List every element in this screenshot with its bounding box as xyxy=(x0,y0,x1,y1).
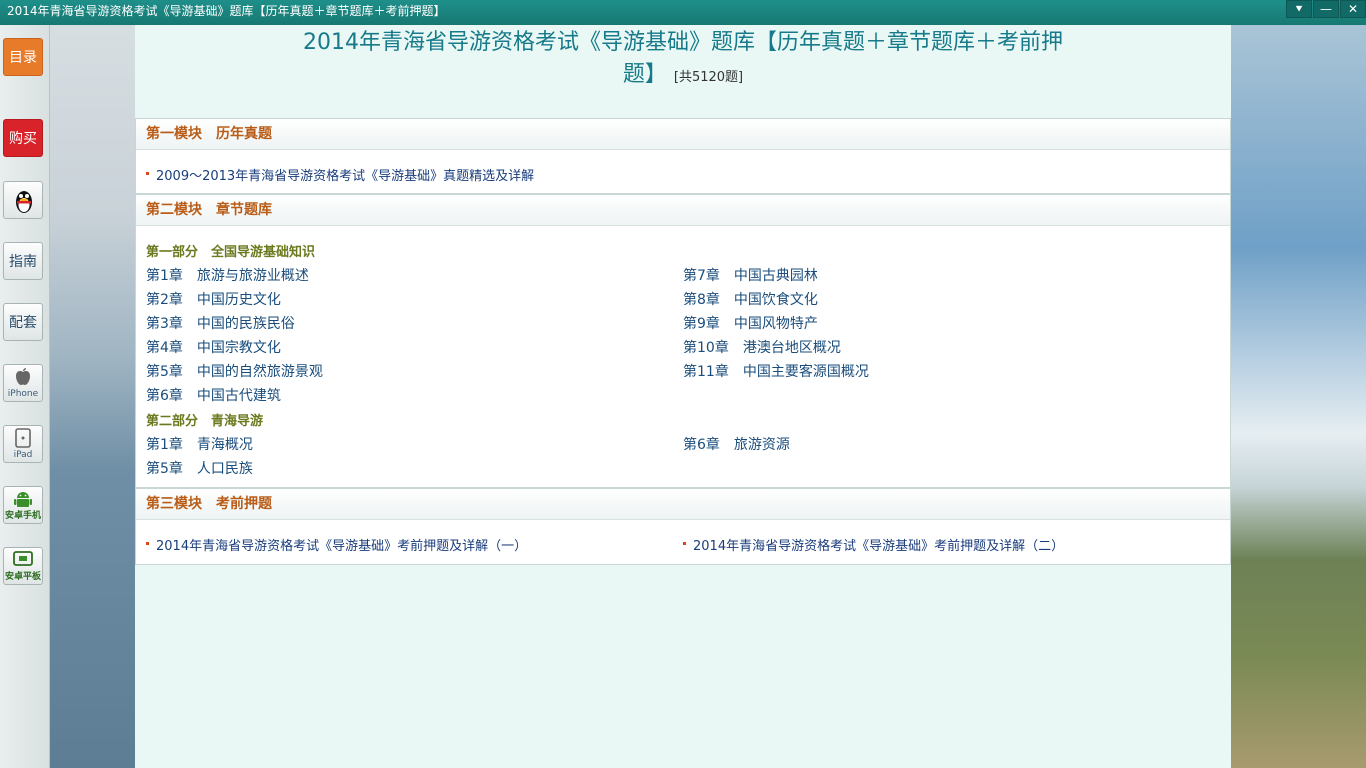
close-icon[interactable]: ✕ xyxy=(1340,0,1366,18)
dropdown-icon[interactable]: ⯆ xyxy=(1286,0,1312,18)
right-background-image xyxy=(1231,25,1366,768)
catalog-button[interactable]: 目录 xyxy=(3,38,43,76)
iphone-button[interactable]: iPhone xyxy=(3,364,43,402)
android-tablet-label: 安卓平板 xyxy=(4,572,41,582)
content-panel: 2014年青海省导游资格考试《导游基础》题库【历年真题＋章节题库＋考前押 题】 … xyxy=(135,25,1231,768)
window-controls: ⯆ — ✕ xyxy=(1285,0,1366,18)
ipad-label: iPad xyxy=(13,450,33,460)
section-header: 第二模块 章节题库 xyxy=(136,195,1230,226)
part-title: 第一部分 全国导游基础知识 xyxy=(146,245,316,260)
left-sidebar: 目录 购买 指南 配套 iPhone iPad 安卓手机 安卓平板 xyxy=(0,25,50,768)
android-tablet-icon xyxy=(4,550,42,574)
chapter-link[interactable]: 第9章 中国风物特产 xyxy=(683,313,818,333)
part-title: 第二部分 青海导游 xyxy=(146,414,264,429)
chapter-link[interactable]: 第6章 旅游资源 xyxy=(683,434,790,454)
pre-exam-link[interactable]: 2014年青海省导游资格考试《导游基础》考前押题及详解（一） xyxy=(145,535,527,554)
question-count: [共5120题] xyxy=(673,70,744,85)
page-title: 2014年青海省导游资格考试《导游基础》题库【历年真题＋章节题库＋考前押 题】 … xyxy=(135,27,1231,94)
iphone-label: iPhone xyxy=(7,389,39,399)
chapter-link[interactable]: 第5章 中国的自然旅游景观 xyxy=(146,361,323,381)
page-title-line2: 题】 xyxy=(622,62,667,87)
chapter-link[interactable]: 第4章 中国宗教文化 xyxy=(146,337,281,357)
window-title: 2014年青海省导游资格考试《导游基础》题库【历年真题＋章节题库＋考前押题】 xyxy=(7,4,446,18)
qq-button[interactable] xyxy=(3,181,43,219)
left-background-image xyxy=(50,25,135,768)
chapter-link[interactable]: 第5章 人口民族 xyxy=(146,458,253,478)
section-past-exams: 第一模块 历年真题 2009～2013年青海省导游资格考试《导游基础》真题精选及… xyxy=(135,118,1231,194)
bundle-button[interactable]: 配套 xyxy=(3,303,43,341)
chapter-link[interactable]: 第11章 中国主要客源国概况 xyxy=(683,361,869,381)
chapter-link[interactable]: 第1章 青海概况 xyxy=(146,434,253,454)
chapter-link[interactable]: 第8章 中国饮食文化 xyxy=(683,289,818,309)
pre-exam-link[interactable]: 2014年青海省导游资格考试《导游基础》考前押题及详解（二） xyxy=(682,535,1064,554)
android-phone-button[interactable]: 安卓手机 xyxy=(3,486,43,524)
minimize-icon[interactable]: — xyxy=(1313,0,1339,18)
chapter-link[interactable]: 第7章 中国古典园林 xyxy=(683,265,818,285)
section-header: 第一模块 历年真题 xyxy=(136,119,1230,150)
android-tablet-button[interactable]: 安卓平板 xyxy=(3,547,43,585)
chapter-link[interactable]: 第3章 中国的民族民俗 xyxy=(146,313,295,333)
chapter-link[interactable]: 第10章 港澳台地区概况 xyxy=(683,337,841,357)
qq-penguin-icon xyxy=(14,188,34,214)
chapter-link[interactable]: 第1章 旅游与旅游业概述 xyxy=(146,265,309,285)
chapter-link[interactable]: 第6章 中国古代建筑 xyxy=(146,385,281,405)
section-pre-exam: 第三模块 考前押题 2014年青海省导游资格考试《导游基础》考前押题及详解（一）… xyxy=(135,488,1231,565)
past-exam-link[interactable]: 2009～2013年青海省导游资格考试《导游基础》真题精选及详解 xyxy=(145,165,534,184)
guide-button[interactable]: 指南 xyxy=(3,242,43,280)
android-phone-label: 安卓手机 xyxy=(4,511,41,521)
chapter-link[interactable]: 第2章 中国历史文化 xyxy=(146,289,281,309)
section-chapter-bank: 第二模块 章节题库 第一部分 全国导游基础知识 第1章 旅游与旅游业概述 第2章中… xyxy=(135,194,1231,488)
page-title-line1: 2014年青海省导游资格考试《导游基础》题库【历年真题＋章节题库＋考前押 xyxy=(303,30,1063,55)
section-header: 第三模块 考前押题 xyxy=(136,489,1230,520)
buy-button[interactable]: 购买 xyxy=(3,119,43,157)
ipad-button[interactable]: iPad xyxy=(3,425,43,463)
window-title-bar: 2014年青海省导游资格考试《导游基础》题库【历年真题＋章节题库＋考前押题】 ⯆… xyxy=(0,0,1366,25)
